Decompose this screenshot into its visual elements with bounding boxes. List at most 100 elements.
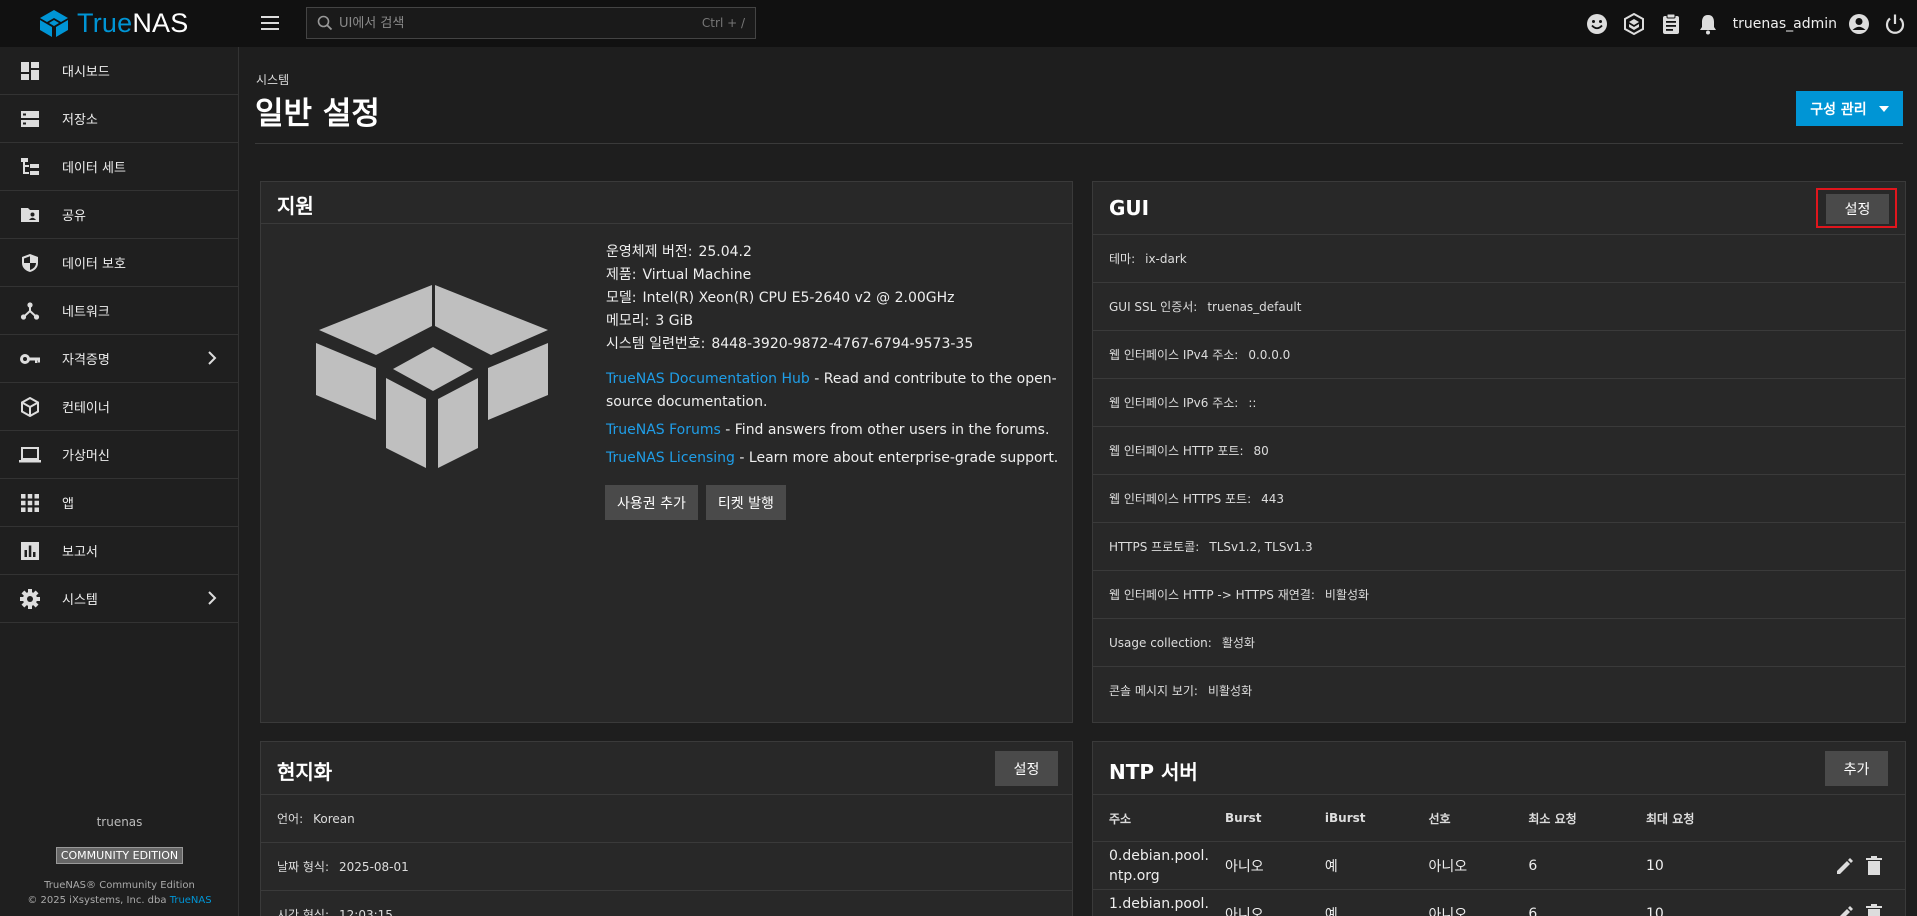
sidebar-item-label: 보고서 <box>62 545 98 560</box>
page-title: 일반 설정 <box>255 96 380 132</box>
search-box[interactable]: Ctrl + / <box>306 7 756 39</box>
sidebar-item-label: 데이터 세트 <box>62 161 126 176</box>
edit-icon[interactable] <box>1835 904 1855 916</box>
notifications-icon[interactable] <box>1690 0 1727 47</box>
menu-toggle-icon[interactable] <box>259 12 281 34</box>
sidebar-item-datasets[interactable]: 데이터 세트 <box>0 143 238 191</box>
localization-settings-button[interactable]: 설정 <box>995 751 1058 786</box>
column-header[interactable]: 선호 <box>1412 794 1513 842</box>
sidebar-item-label: 저장소 <box>62 113 98 128</box>
account-icon[interactable] <box>1845 0 1873 47</box>
add-license-button[interactable]: 사용권 추가 <box>605 485 698 520</box>
localization-card: 현지화 설정 언어: Korean 날짜 형식: 2025-08-01 시간 형식:… <box>260 741 1073 916</box>
copyright-line-2: © 2025 iXsystems, Inc. dba TrueNAS <box>27 895 212 906</box>
forums-line: TrueNAS Forums - Find answers from other… <box>606 422 1050 438</box>
table-header-row: 주소 Burst iBurst 선호 최소 요청 최대 요청 <box>1093 794 1905 842</box>
product-row: 제품: Virtual Machine <box>606 267 752 283</box>
truenas-logo-icon <box>40 9 68 37</box>
sidebar-item-reports[interactable]: 보고서 <box>0 527 238 575</box>
sidebar-item-credentials[interactable]: 자격증명 <box>0 335 238 383</box>
sidebar-item-label: 공유 <box>62 209 86 224</box>
ntp-title: NTP 서버 <box>1109 760 1198 784</box>
top-bar: TrueNAS Ctrl + / truenas_admin <box>0 0 1917 47</box>
memory-value: 3 GiB <box>655 313 694 329</box>
edit-icon[interactable] <box>1835 856 1855 876</box>
truenas-logo[interactable]: TrueNAS <box>0 8 238 39</box>
column-header-actions <box>1747 794 1905 842</box>
gui-row-ipv6: 웹 인터페이스 IPv6 주소::: <box>1093 378 1905 426</box>
file-ticket-button[interactable]: 티켓 발행 <box>705 485 786 520</box>
system-icon <box>19 588 41 610</box>
serial-row: 시스템 일련번호: 8448-3920-9872-4767-6794-9573-3… <box>606 336 974 352</box>
column-header[interactable]: 주소 <box>1093 794 1209 842</box>
gui-row-ipv4: 웹 인터페이스 IPv4 주소: 0.0.0.0 <box>1093 330 1905 378</box>
jobs-icon[interactable] <box>1653 0 1690 47</box>
brand-name: TrueNAS <box>77 8 189 38</box>
gui-settings-list: 테마: ix-dark GUI SSL 인증서: truenas_default 웹… <box>1093 234 1905 714</box>
caret-down-icon <box>1878 105 1889 112</box>
sidebar-item-shares[interactable]: 공유 <box>0 191 238 239</box>
sidebar-item-data-protection[interactable]: 데이터 보호 <box>0 239 238 287</box>
support-card: 지원 운영체제 버전: 25.04.2 제품: Virtual Machine 모델… <box>260 181 1073 723</box>
sidebar-item-dashboard[interactable]: 대시보드 <box>0 47 238 95</box>
sidebar-item-storage[interactable]: 저장소 <box>0 95 238 143</box>
truenas-link[interactable]: TrueNAS <box>170 895 212 906</box>
ntp-address: 0.debian.pool.ntp.org <box>1093 841 1209 890</box>
storage-icon <box>19 108 41 130</box>
column-header[interactable]: 최소 요청 <box>1512 794 1631 842</box>
sidebar-footer: truenas COMMUNITY EDITION TrueNAS® Commu… <box>0 815 239 908</box>
apps-icon <box>19 492 41 514</box>
model-row: 모델: Intel(R) Xeon(R) CPU E5-2640 v2 @ 2.0… <box>606 290 955 306</box>
gui-row-https-redirect: 웹 인터페이스 HTTP -> HTTPS 재연결: 비활성화 <box>1093 570 1905 618</box>
reports-icon <box>19 540 41 562</box>
datasets-icon <box>19 156 41 178</box>
add-ntp-server-button[interactable]: 추가 <box>1825 751 1888 786</box>
username[interactable]: truenas_admin <box>1733 16 1837 32</box>
search-input[interactable] <box>339 15 702 31</box>
column-header[interactable]: Burst <box>1209 794 1309 842</box>
sidebar-item-network[interactable]: 네트워크 <box>0 287 238 335</box>
sidebar-item-label: 가상머신 <box>62 449 110 464</box>
ntp-servers-card: NTP 서버 추가 주소 Burst iBurst 선호 최소 요청 최대 요청… <box>1092 741 1906 916</box>
gui-row-https-protocols: HTTPS 프로토콜: TLSv1.2, TLSv1.3 <box>1093 522 1905 570</box>
system-info: 운영체제 버전: 25.04.2 제품: Virtual Machine 모델: In… <box>606 241 1066 475</box>
delete-icon[interactable] <box>1865 903 1883 916</box>
credentials-icon <box>19 348 41 370</box>
sidebar-item-label: 자격증명 <box>62 353 110 368</box>
sidebar-item-label: 시스템 <box>62 593 98 608</box>
documentation-hub-link[interactable]: TrueNAS Documentation Hub <box>606 371 810 387</box>
delete-icon[interactable] <box>1865 855 1883 876</box>
feedback-icon[interactable] <box>1579 0 1616 47</box>
edition-badge: COMMUNITY EDITION <box>55 847 184 864</box>
column-header[interactable]: 최대 요청 <box>1630 794 1748 842</box>
gui-settings-button[interactable]: 설정 <box>1826 194 1889 224</box>
support-title: 지원 <box>277 194 314 218</box>
column-header[interactable]: iBurst <box>1308 794 1413 842</box>
containers-icon <box>19 396 41 418</box>
sidebar: 대시보드 저장소 데이터 세트 공유 데이터 보호 네트워크 자격증명 컨테이너… <box>0 47 239 916</box>
gui-row-usage-collection: Usage collection: 활성화 <box>1093 618 1905 666</box>
data-protection-icon <box>19 252 41 274</box>
ntp-minpoll: 6 <box>1512 841 1631 890</box>
gui-card: GUI 설정 테마: ix-dark GUI SSL 인증서: truenas_de… <box>1092 181 1906 723</box>
sidebar-item-apps[interactable]: 앱 <box>0 479 238 527</box>
manage-configuration-label: 구성 관리 <box>1810 101 1867 118</box>
licensing-link[interactable]: TrueNAS Licensing <box>606 450 735 466</box>
truecommand-icon[interactable] <box>1616 0 1653 47</box>
truenas-large-logo-icon <box>316 282 551 474</box>
gui-title: GUI <box>1109 196 1150 220</box>
ntp-address: 1.debian.pool.ntp.org <box>1093 889 1209 916</box>
forums-link[interactable]: TrueNAS Forums <box>606 422 721 438</box>
gui-row-console-messages: 콘솔 메시지 보기: 비활성화 <box>1093 666 1905 714</box>
power-icon[interactable] <box>1873 0 1917 47</box>
sidebar-item-containers[interactable]: 컨테이너 <box>0 383 238 431</box>
sidebar-item-system[interactable]: 시스템 <box>0 575 238 623</box>
manage-configuration-button[interactable]: 구성 관리 <box>1796 91 1903 126</box>
gui-row-ssl-cert: GUI SSL 인증서: truenas_default <box>1093 282 1905 330</box>
sidebar-item-virtual-machines[interactable]: 가상머신 <box>0 431 238 479</box>
breadcrumb[interactable]: 시스템 <box>256 71 289 88</box>
product-value: Virtual Machine <box>642 267 752 283</box>
search-icon <box>317 15 333 31</box>
search-shortcut-hint: Ctrl + / <box>701 16 745 30</box>
settings-highlight: 설정 <box>1816 188 1897 228</box>
